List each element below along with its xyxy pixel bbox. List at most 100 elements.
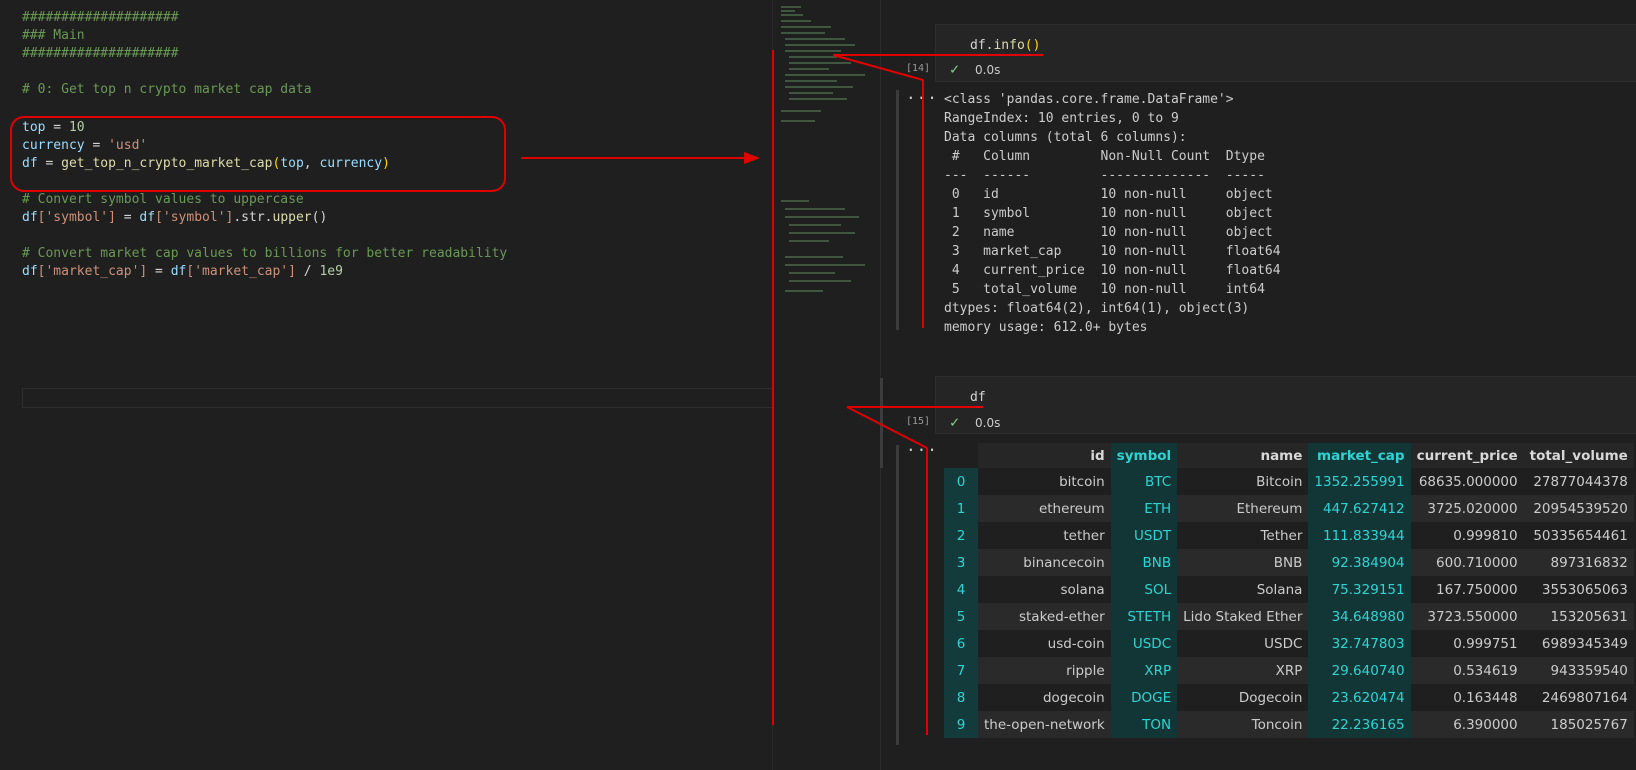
row-index: 6 (944, 630, 978, 657)
cell-market-cap: 23.620474 (1308, 684, 1411, 711)
comment-main-heading: ### Main (22, 28, 85, 43)
cell-id: usd-coin (1047, 635, 1105, 652)
cell-total-volume: 3553065063 (1541, 581, 1628, 598)
table-row: 3 binancecoin BNB BNB 92.384904 600.710000 897… (944, 549, 1634, 576)
cell-id: the-open-network (978, 711, 1111, 738)
cell-current-price: 0.999751 (1453, 635, 1518, 652)
cell-15-output-menu-icon[interactable]: ... (906, 436, 938, 455)
cell-current-price: 68635.000000 (1418, 473, 1518, 490)
cell-name: Tether (1260, 527, 1303, 544)
cell-name: Toncoin (1177, 711, 1309, 738)
cell-symbol: STETH (1110, 603, 1178, 630)
table-row: 0 bitcoin BTC Bitcoin 1352.255991 68635.00000… (944, 468, 1634, 495)
row-index: 8 (944, 684, 978, 711)
row-index: 0 (944, 468, 978, 495)
column-header-symbol: symbol (1110, 443, 1178, 468)
cell-id: tether (1063, 527, 1105, 544)
cell-id: ripple (978, 657, 1111, 684)
cell-current-price: 3723.550000 (1410, 603, 1524, 630)
cell-name: Ethereum (1177, 495, 1309, 522)
cell-id: dogecoin (1042, 689, 1105, 706)
cell-15-code[interactable]: df (970, 390, 986, 405)
column-header-total-volume: total_volume (1523, 443, 1634, 468)
table-row: 9 the-open-network TON Toncoin 22.236165 6.39… (944, 711, 1634, 738)
comment-hash-line: #################### (22, 10, 179, 25)
cell-market-cap: 29.640740 (1308, 657, 1411, 684)
cell-15-focus-bar (880, 378, 883, 468)
cell-current-price: 0.999810 (1453, 527, 1518, 544)
empty-code-cell[interactable] (22, 388, 784, 408)
cell-id: solana (1060, 581, 1105, 598)
cell-15-output-bar[interactable] (896, 445, 899, 745)
cell-market-cap: 92.384904 (1308, 549, 1411, 576)
comment-billions: # Convert market cap values to billions … (22, 246, 508, 261)
cell-market-cap: 32.747803 (1308, 630, 1411, 657)
column-header-current-price: current_price (1410, 443, 1524, 468)
cell-name: XRP (1177, 657, 1309, 684)
minimap[interactable] (772, 0, 881, 770)
cell-total-volume: 897316832 (1523, 549, 1634, 576)
dataframe-table: id symbol name market_cap current_price … (944, 443, 1634, 738)
cell-id: ethereum (978, 495, 1111, 522)
cell-symbol: BNB (1110, 549, 1178, 576)
column-header-id: id (978, 443, 1111, 468)
comment-hash-line: #################### (22, 46, 179, 61)
cell-14-code[interactable]: df.info() (970, 38, 1040, 53)
cell-symbol: TON (1110, 711, 1178, 738)
cell-market-cap: 34.648980 (1308, 603, 1411, 630)
table-header-row: id symbol name market_cap current_price … (944, 443, 1634, 468)
cell-14-output-bar[interactable] (896, 90, 899, 330)
cell-total-volume: 153205631 (1523, 603, 1634, 630)
cell-15-execution-count: [15] (906, 416, 931, 427)
cell-symbol: USDC (1110, 630, 1178, 657)
cell-market-cap: 75.329151 (1308, 576, 1411, 603)
cell-current-price: 0.534619 (1410, 657, 1524, 684)
cell-14-execution-count: [14] (906, 63, 931, 74)
table-row: 6 usd-coin USDC USDC 32.747803 0.999751 698934… (944, 630, 1634, 657)
row-index: 4 (944, 576, 978, 603)
cell-14-output-menu-icon[interactable]: ... (906, 84, 938, 103)
cell-symbol: USDT (1110, 522, 1178, 549)
row-index: 5 (944, 603, 978, 630)
table-row: 4 solana SOL Solana 75.329151 167.750000 35530… (944, 576, 1634, 603)
cell-current-price: 3725.020000 (1410, 495, 1524, 522)
cell-14-input[interactable] (935, 24, 1636, 82)
cell-15-exec-time: 0.0s (975, 416, 1001, 430)
cell-15-input[interactable] (935, 376, 1636, 434)
cell-current-price: 167.750000 (1436, 581, 1518, 598)
table-row: 5 staked-ether STETH Lido Staked Ether 34.64… (944, 603, 1634, 630)
cell-symbol: DOGE (1110, 684, 1178, 711)
annotation-highlight-box (10, 116, 506, 192)
cell-current-price: 600.710000 (1410, 549, 1524, 576)
cell-total-volume: 943359540 (1523, 657, 1634, 684)
cell-name: BNB (1177, 549, 1309, 576)
cell-name: Bitcoin (1256, 473, 1303, 490)
row-index: 3 (944, 549, 978, 576)
cell-total-volume: 185025767 (1523, 711, 1634, 738)
success-check-icon: ✓ (950, 60, 960, 78)
cell-14-exec-time: 0.0s (975, 63, 1001, 77)
cell-name: Dogecoin (1238, 689, 1303, 706)
cell-market-cap: 22.236165 (1308, 711, 1411, 738)
table-row: 8 dogecoin DOGE Dogecoin 23.620474 0.163448 24… (944, 684, 1634, 711)
cell-14-output-text: <class 'pandas.core.frame.DataFrame'> Ra… (944, 92, 1281, 335)
cell-name: Lido Staked Ether (1177, 603, 1309, 630)
cell-id: binancecoin (978, 549, 1111, 576)
cell-name: USDC (1264, 635, 1303, 652)
code-line-market-cap[interactable]: df['market_cap'] = df['market_cap'] / 1e… (22, 262, 343, 281)
row-index: 1 (944, 495, 978, 522)
column-header-market-cap: market_cap (1308, 443, 1411, 468)
code-editor-pane[interactable]: #################### ### Main ##########… (0, 0, 784, 770)
cell-market-cap: 1352.255991 (1308, 468, 1411, 495)
table-row: 1 ethereum ETH Ethereum 447.627412 3725.02000… (944, 495, 1634, 522)
cell-total-volume: 6989345349 (1541, 635, 1628, 652)
cell-total-volume: 27877044378 (1533, 473, 1628, 490)
cell-symbol: XRP (1110, 657, 1178, 684)
row-index: 2 (944, 522, 978, 549)
code-line-upper[interactable]: df['symbol'] = df['symbol'].str.upper() (22, 208, 327, 227)
cell-id: bitcoin (1059, 473, 1105, 490)
cell-symbol: SOL (1110, 576, 1178, 603)
table-row: 7 ripple XRP XRP 29.640740 0.534619 943359540 (944, 657, 1634, 684)
cell-current-price: 6.390000 (1410, 711, 1524, 738)
cell-id: staked-ether (978, 603, 1111, 630)
